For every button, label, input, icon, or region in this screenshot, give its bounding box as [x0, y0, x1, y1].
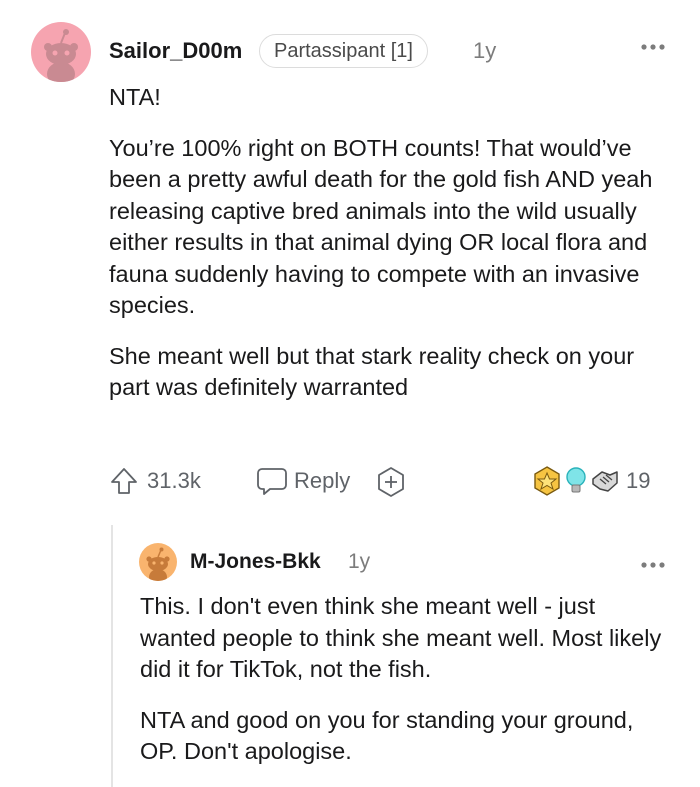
more-options-icon[interactable]: [640, 32, 666, 58]
reply-avatar[interactable]: [139, 543, 177, 581]
comment-body: NTA! You’re 100% right on BOTH counts! T…: [109, 82, 669, 404]
reply-paragraph: This. I don't even think she meant well …: [140, 593, 662, 682]
give-award-button[interactable]: [376, 466, 406, 503]
upvote-button[interactable]: 31.3k: [109, 466, 201, 496]
comment-age: 1y: [473, 38, 497, 63]
award-count: 19: [626, 468, 651, 493]
upvote-arrow-icon: [111, 468, 137, 494]
user-flair: Partassipant [1]: [259, 34, 428, 68]
reply-age: 1y: [348, 550, 371, 573]
handshake-award-icon: [592, 471, 618, 492]
reply-more-options-icon[interactable]: [640, 550, 666, 576]
reply-button[interactable]: Reply: [256, 466, 350, 496]
comment-username[interactable]: Sailor_D00m: [109, 38, 242, 64]
upvote-count: 31.3k: [147, 468, 201, 493]
snoo-avatar-icon: [146, 547, 170, 581]
awards-summary[interactable]: 19: [532, 466, 650, 496]
thread-line[interactable]: [111, 525, 113, 787]
comment-paragraph: NTA!: [109, 84, 161, 110]
avatar[interactable]: [31, 22, 91, 82]
reply-label: Reply: [294, 468, 351, 493]
snoo-avatar-icon: [44, 29, 78, 82]
gold-star-award-icon: [534, 466, 560, 496]
reply-body: This. I don't even think she meant well …: [140, 591, 670, 768]
comment-paragraph: She meant well but that stark reality ch…: [109, 342, 635, 401]
award-plus-icon: [378, 467, 404, 497]
reply-username[interactable]: M-Jones-Bkk: [190, 550, 321, 574]
reply-bubble-icon: [257, 468, 287, 495]
comment-paragraph: You’re 100% right on BOTH counts! That w…: [109, 134, 653, 319]
lightbulb-award-icon: [566, 467, 586, 493]
reply-paragraph: NTA and good on you for standing your gr…: [140, 706, 634, 765]
